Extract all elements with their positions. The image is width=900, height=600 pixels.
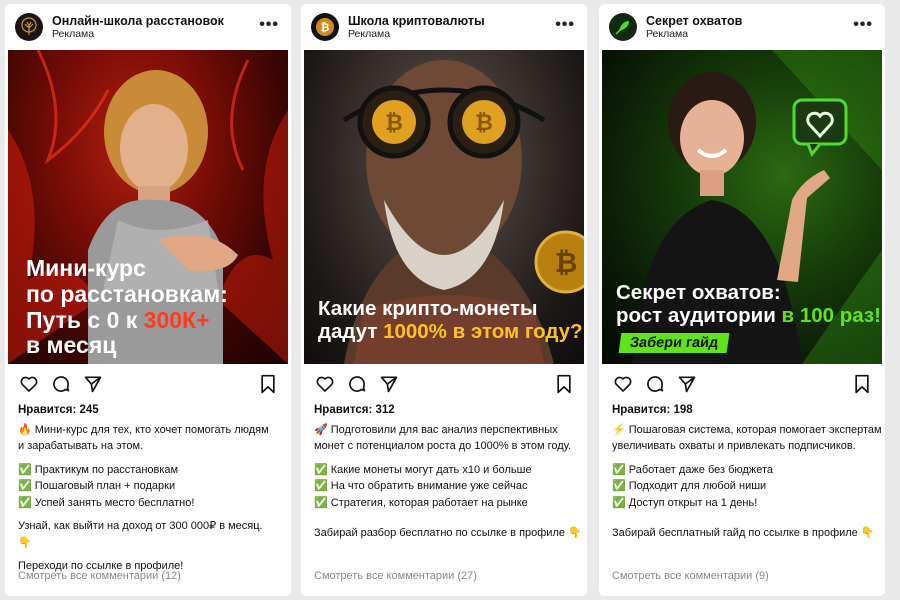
- headline-line: в месяц: [26, 332, 117, 359]
- svg-text:₿: ₿: [321, 21, 330, 34]
- like-heart-icon[interactable]: [19, 374, 39, 394]
- caption-bullet: ✅ Стратегия, которая работает на рынке: [314, 496, 528, 509]
- likes-count[interactable]: Нравится: 312: [314, 402, 577, 419]
- post-caption: Нравится: 312 🚀 Подготовили для вас анал…: [314, 402, 582, 542]
- post-card: Онлайн-школа расстановок Реклама ••• Мин…: [5, 4, 291, 596]
- more-options-icon[interactable]: •••: [259, 16, 279, 34]
- avatar[interactable]: ₿: [311, 13, 339, 41]
- post-image[interactable]: Секрет охватов: рост аудитории в 100 раз…: [602, 50, 882, 364]
- image-headline: Какие крипто-монеты дадут 1000% в этом г…: [318, 297, 583, 344]
- headline-line: Секрет охватов:: [616, 281, 781, 304]
- action-bar: [15, 370, 281, 398]
- caption-bullet: ✅ Практикум по расстановкам: [18, 463, 179, 476]
- svg-text:₿: ₿: [385, 111, 403, 136]
- bitcoin-coin-icon: ₿: [316, 18, 334, 36]
- svg-text:₿: ₿: [555, 246, 578, 279]
- caption-line: 🚀 Подготовили для вас анализ перспективн…: [314, 423, 558, 436]
- likes-count[interactable]: Нравится: 245: [18, 402, 281, 419]
- image-headline: Секрет охватов: рост аудитории в 100 раз…: [616, 281, 881, 328]
- headline-line: рост аудитории в 100 раз!: [616, 303, 881, 328]
- like-heart-icon[interactable]: [315, 374, 335, 394]
- caption-line: Забирай бесплатный гайд по ссылке в проф…: [612, 527, 875, 539]
- view-comments-link[interactable]: Смотреть все комментарии (12): [18, 570, 181, 582]
- caption-line: ⚡ Пошаговая система, которая помогает эк…: [612, 423, 882, 436]
- sponsored-label: Реклама: [348, 28, 391, 41]
- post-card: Секрет охватов Реклама ••• Секрет охвато…: [599, 4, 885, 596]
- caption-line: увеличивать охваты и привлекать подписчи…: [612, 440, 856, 452]
- headline-line: по расстановкам:: [26, 280, 228, 307]
- post-image[interactable]: ₿ ₿ ₿ Какие крипто-монеты дадут 1000% в …: [304, 50, 584, 364]
- bookmark-icon[interactable]: [555, 374, 573, 394]
- caption-bullet: ✅ Успей занять место бесплатно!: [18, 496, 195, 509]
- headline-line: Мини-курс: [26, 255, 146, 281]
- bookmark-icon[interactable]: [259, 374, 277, 394]
- more-options-icon[interactable]: •••: [853, 16, 873, 34]
- like-heart-icon[interactable]: [613, 374, 633, 394]
- headline-highlight: 300К+: [143, 306, 210, 333]
- comment-icon[interactable]: [347, 374, 367, 394]
- view-comments-link[interactable]: Смотреть все комментарии (27): [314, 570, 477, 582]
- share-send-icon[interactable]: [83, 374, 103, 394]
- account-name[interactable]: Онлайн-школа расстановок: [52, 14, 224, 28]
- caption-line: монет с потенциалом роста до 1000% в это…: [314, 440, 572, 452]
- account-name[interactable]: Школа криптовалюты: [348, 14, 485, 28]
- action-bar: [609, 370, 875, 398]
- post-header: ₿ Школа криптовалюты Реклама •••: [301, 4, 587, 50]
- caption-bullet: ✅ Подходит для любой ниши: [612, 480, 767, 492]
- more-options-icon[interactable]: •••: [555, 16, 575, 34]
- caption-line: Узнай, как выйти на доход от 300 000₽ в …: [18, 520, 263, 532]
- post-caption: Нравится: 245 🔥 Мини-курс для тех, кто х…: [18, 402, 281, 575]
- caption-bullet: ✅ Пошаговый план + подарки: [18, 480, 176, 492]
- post-header: Секрет охватов Реклама •••: [599, 4, 885, 50]
- share-send-icon[interactable]: [379, 374, 399, 394]
- sponsored-label: Реклама: [646, 28, 689, 41]
- sponsored-label: Реклама: [52, 28, 95, 41]
- caption-bullet: ✅ На что обратить внимание уже сейчас: [314, 480, 528, 492]
- headline-highlight: 1000% в этом году?: [383, 319, 583, 343]
- rocket-icon: [615, 21, 629, 35]
- avatar[interactable]: [609, 13, 637, 41]
- headline-line: Какие крипто-монеты: [318, 297, 538, 320]
- likes-count[interactable]: Нравится: 198: [612, 402, 875, 419]
- headline-text: рост аудитории: [616, 303, 782, 327]
- account-name[interactable]: Секрет охватов: [646, 14, 742, 28]
- svg-text:₿: ₿: [475, 111, 493, 136]
- post-header: Онлайн-школа расстановок Реклама •••: [5, 4, 291, 50]
- caption-line: 🔥 Мини-курс для тех, кто хочет помогать …: [18, 423, 269, 436]
- caption-bullet: ✅ Доступ открыт на 1 день!: [612, 496, 758, 509]
- post-caption: Нравится: 198 ⚡ Пошаговая система, котор…: [612, 402, 882, 542]
- avatar[interactable]: [15, 13, 43, 41]
- share-send-icon[interactable]: [677, 374, 697, 394]
- post-image[interactable]: Мини-курс по расстановкам: Путь с 0 к 30…: [8, 50, 288, 364]
- view-comments-link[interactable]: Смотреть все комментарии (9): [612, 570, 769, 582]
- headline-text: Путь с 0 к: [26, 306, 144, 333]
- headline-line: дадут 1000% в этом году?: [318, 319, 583, 344]
- caption-bullet: ✅ Какие монеты могут дать x10 и больше: [314, 463, 532, 476]
- get-guide-badge: Забери гайд: [618, 333, 730, 353]
- caption-bullet: ✅ Работает даже без бюджета: [612, 463, 773, 476]
- comment-icon[interactable]: [645, 374, 665, 394]
- headline-line: Путь с 0 к 300К+: [26, 306, 228, 334]
- post-card: ₿ Школа криптовалюты Реклама ••• ₿ ₿ ₿ К…: [301, 4, 587, 596]
- caption-line: и зарабатывать на этом.: [18, 440, 144, 452]
- caption-line: Забирай разбор бесплатно по ссылке в про…: [314, 527, 582, 539]
- image-headline: Мини-курс по расстановкам: Путь с 0 к 30…: [26, 255, 228, 359]
- headline-highlight: в 100 раз!: [781, 303, 881, 327]
- bookmark-icon[interactable]: [853, 374, 871, 394]
- caption-line: 👇: [18, 536, 32, 549]
- headline-text: дадут: [318, 319, 384, 343]
- tree-icon: [21, 17, 37, 35]
- comment-icon[interactable]: [51, 374, 71, 394]
- action-bar: [311, 370, 577, 398]
